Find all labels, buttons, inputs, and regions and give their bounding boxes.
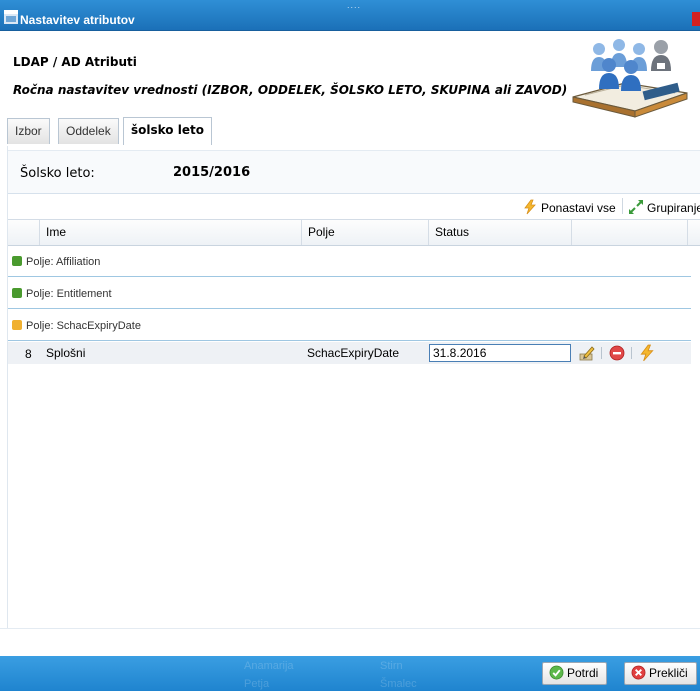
window-titlebar[interactable]: Nastavitev atributov ....: [0, 0, 700, 31]
lightning-icon: [524, 199, 536, 215]
column-polje[interactable]: Polje: [301, 220, 428, 245]
confirm-label: Potrdi: [567, 666, 599, 680]
toolbar-divider: [622, 198, 623, 214]
cancel-button[interactable]: Prekliči: [624, 662, 697, 685]
expand-icon[interactable]: [12, 256, 22, 266]
delete-icon[interactable]: [608, 344, 626, 362]
group-label: Polje: Affiliation: [26, 256, 101, 268]
school-year-value: 2015/2016: [173, 165, 251, 180]
group-row-affiliation[interactable]: Polje: Affiliation: [8, 248, 691, 277]
tab-panel: Šolsko leto: 2015/2016 Ponastavi vse Gru…: [7, 146, 700, 628]
rownum-column-header: [8, 220, 39, 245]
background-text: Šmalec: [380, 678, 417, 690]
edit-icon[interactable]: [578, 344, 596, 362]
header-subtitle: Ročna nastavitev vrednosti (IZBOR, ODDEL…: [13, 83, 568, 97]
users-book-icon: [572, 39, 688, 118]
grouping-label: Grupiranje: [647, 201, 700, 215]
group-label: Polje: SchacExpiryDate: [26, 320, 141, 332]
check-icon: [549, 665, 564, 680]
dialog-header: LDAP / AD Atributi Ročna nastavitev vred…: [0, 31, 700, 118]
action-divider: [631, 347, 632, 359]
column-spacer: [687, 220, 700, 245]
drag-handle[interactable]: ....: [347, 0, 361, 10]
close-icon[interactable]: [692, 12, 700, 26]
header-title: LDAP / AD Atributi: [13, 55, 137, 69]
window-icon: [4, 10, 18, 24]
reset-icon[interactable]: [638, 344, 656, 362]
collapse-icon[interactable]: [12, 320, 22, 330]
column-status[interactable]: Status: [428, 220, 571, 245]
tab-bar: Izbor Oddelek šolsko leto: [7, 115, 700, 147]
reset-all-label: Ponastavi vse: [541, 201, 616, 215]
tab-izbor[interactable]: Izbor: [7, 118, 50, 144]
info-bar: Šolsko leto: 2015/2016: [8, 150, 700, 194]
expand-arrows-icon: [629, 200, 643, 214]
table-row[interactable]: 8 Splošni SchacExpiryDate: [8, 342, 691, 364]
group-label: Polje: Entitlement: [26, 288, 112, 300]
dialog-footer: Anamarija Stirn Petja Šmalec Potrdi Prek…: [0, 656, 700, 691]
group-row-entitlement[interactable]: Polje: Entitlement: [8, 280, 691, 309]
column-actions: [571, 220, 687, 245]
cancel-icon: [631, 665, 646, 680]
grid-toolbar: Ponastavi vse Grupiranje: [8, 194, 700, 219]
row-number: 8: [25, 347, 32, 361]
grouping-button[interactable]: Grupiranje: [628, 199, 700, 215]
cell-polje: SchacExpiryDate: [307, 346, 400, 360]
background-text: Anamarija: [244, 660, 294, 672]
tab-solsko-leto[interactable]: šolsko leto: [123, 117, 212, 145]
cancel-label: Prekliči: [649, 666, 688, 680]
background-text: Stirn: [380, 660, 403, 672]
cell-ime: Splošni: [46, 346, 86, 360]
tab-oddelek[interactable]: Oddelek: [58, 118, 119, 144]
school-year-label: Šolsko leto:: [20, 166, 95, 181]
background-text: Petja: [244, 678, 270, 690]
reset-all-button[interactable]: Ponastavi vse: [522, 199, 616, 215]
expand-icon[interactable]: [12, 288, 22, 298]
action-divider: [601, 347, 602, 359]
window-title: Nastavitev atributov: [20, 13, 135, 27]
confirm-button[interactable]: Potrdi: [542, 662, 608, 685]
group-row-schacexpirydate[interactable]: Polje: SchacExpiryDate: [8, 312, 691, 341]
panel-bottom-bar: [0, 628, 700, 657]
column-ime[interactable]: Ime: [39, 220, 301, 245]
status-date-input[interactable]: [429, 344, 571, 362]
grid-header: Ime Polje Status: [8, 219, 700, 246]
